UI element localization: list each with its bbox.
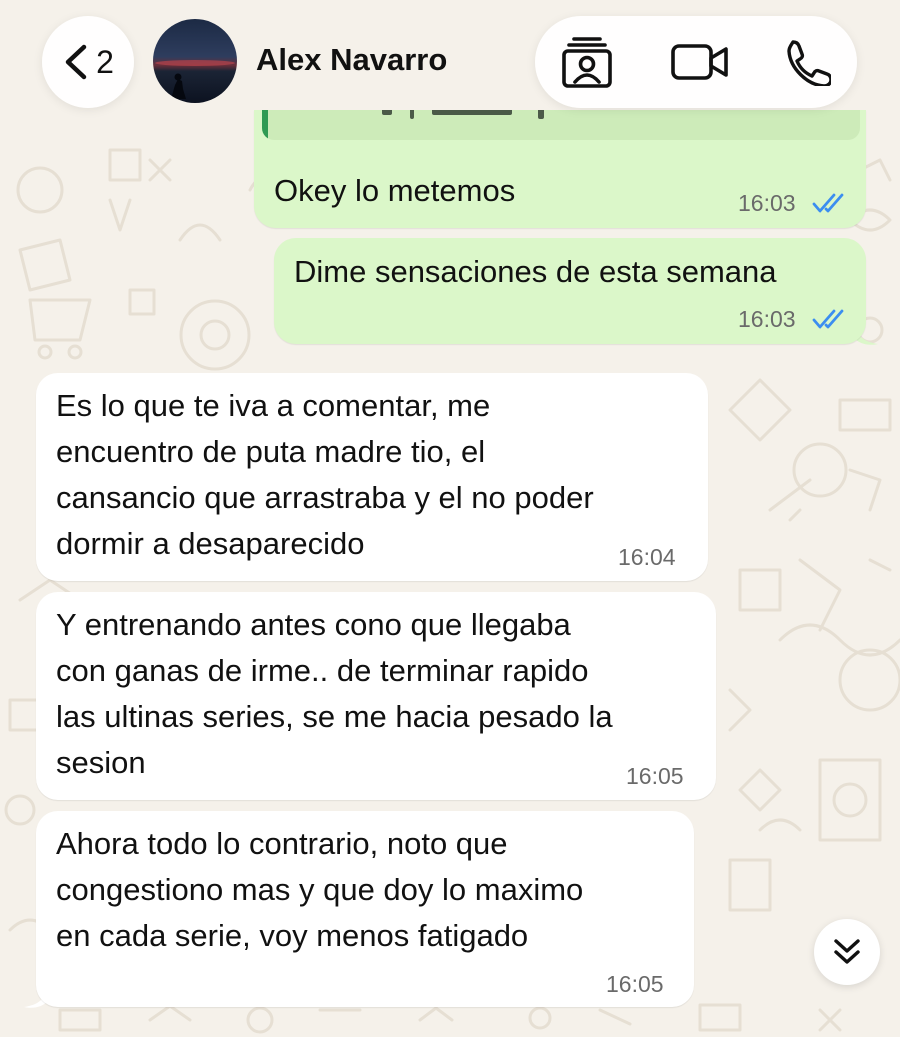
double-check-read-icon <box>812 192 846 214</box>
scroll-to-bottom-button[interactable] <box>814 919 880 985</box>
message-text: Okey lo metemos <box>274 173 516 208</box>
message-bubble-incoming[interactable]: Y entrenando antes cono que llegaba con … <box>36 592 716 800</box>
double-chevron-down-icon <box>832 936 862 968</box>
message-text: dormir a desaparecido <box>56 526 365 561</box>
message-text: las ultinas series, se me hacia pesado l… <box>56 699 613 734</box>
message-time: 16:04 <box>618 544 676 570</box>
unread-chats-count: 2 <box>96 44 114 80</box>
contact-card-icon <box>560 34 614 90</box>
voice-call-button[interactable] <box>777 34 837 90</box>
header-actions <box>535 16 857 108</box>
message-text: con ganas de irme.. de terminar rapido <box>56 653 589 688</box>
message-time: 16:05 <box>606 971 664 997</box>
message-text: sesion <box>56 745 146 780</box>
contact-name[interactable]: Alex Navarro <box>256 42 447 78</box>
contact-card-button[interactable] <box>557 34 617 90</box>
chevron-left-icon <box>62 43 90 81</box>
message-text: Es lo que te iva a comentar, me <box>56 388 491 423</box>
message-time: 16:05 <box>626 763 684 789</box>
message-time: 16:03 <box>738 306 796 332</box>
message-text: cansancio que arrastraba y el no poder <box>56 480 594 515</box>
message-bubble-incoming[interactable]: Es lo que te iva a comentar, me encuentr… <box>36 373 708 581</box>
message-time: 16:03 <box>738 190 796 216</box>
message-text: Y entrenando antes cono que llegaba <box>56 607 571 642</box>
video-call-button[interactable] <box>670 34 730 90</box>
message-text: en cada serie, voy menos fatigado <box>56 918 529 953</box>
double-check-read-icon <box>812 308 846 330</box>
message-bubble-outgoing[interactable]: Okey lo metemos 16:03 <box>254 110 866 228</box>
message-bubble-incoming[interactable]: Ahora todo lo contrario, noto que conges… <box>36 811 694 1007</box>
chat-header: 2 Alex Navarro <box>0 0 900 122</box>
message-text: Ahora todo lo contrario, noto que <box>56 826 508 861</box>
message-text: congestiono mas y que doy lo maximo <box>56 872 584 907</box>
video-camera-icon <box>670 42 730 82</box>
phone-icon <box>783 38 831 86</box>
message-bubble-outgoing[interactable]: Dime sensaciones de esta semana 16:03 <box>274 238 866 344</box>
back-button[interactable]: 2 <box>42 16 134 108</box>
message-text: Dime sensaciones de esta semana <box>294 254 777 289</box>
message-text: encuentro de puta madre tio, el <box>56 434 486 469</box>
avatar[interactable] <box>153 19 237 103</box>
